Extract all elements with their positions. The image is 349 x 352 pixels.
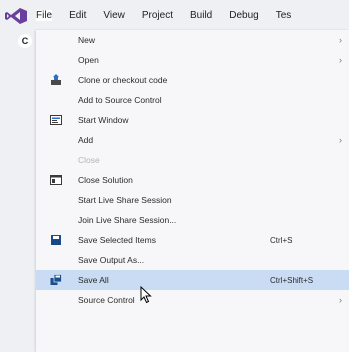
menu-edit[interactable]: Edit (69, 10, 86, 21)
menu-build[interactable]: Build (190, 10, 212, 21)
menu-item-join-live-share[interactable]: Join Live Share Session... (36, 210, 349, 230)
menu-item-save-all[interactable]: Save All Ctrl+Shift+S (36, 270, 349, 290)
close-solution-icon (50, 175, 62, 185)
menu-item-label: Close (78, 155, 100, 165)
menu-item-clone[interactable]: Clone or checkout code (36, 70, 349, 90)
menu-debug[interactable]: Debug (229, 10, 258, 21)
menu-item-close: Close (36, 150, 349, 170)
menu-file[interactable]: File (36, 9, 53, 21)
menu-item-close-solution[interactable]: Close Solution (36, 170, 349, 190)
menu-item-add-to-source-control[interactable]: Add to Source Control (36, 90, 349, 110)
menu-item-save-output-as[interactable]: Save Output As... (36, 250, 349, 270)
menu-item-source-control[interactable]: Source Control › (36, 290, 349, 310)
menu-item-label: Join Live Share Session... (78, 215, 177, 225)
submenu-arrow-icon: › (339, 135, 342, 145)
menu-bar: File Edit View Project Build Debug Tes (0, 0, 349, 30)
clone-icon (51, 74, 61, 85)
file-menu-dropdown: New › Open › Clone or checkout code Add … (36, 30, 349, 352)
menu-item-label: New (78, 35, 96, 45)
menu-item-label: Add to Source Control (78, 95, 162, 105)
start-window-icon (50, 115, 62, 125)
editor-background-strip: C (0, 30, 36, 352)
menu-item-label: Save All (78, 275, 109, 285)
menu-item-new[interactable]: New › (36, 30, 349, 50)
shortcut-text: Ctrl+S (270, 235, 293, 245)
menu-item-add[interactable]: Add › (36, 130, 349, 150)
menu-item-label: Open (78, 55, 99, 65)
menu-item-save-selected-items[interactable]: Save Selected Items Ctrl+S (36, 230, 349, 250)
menu-item-start-window[interactable]: Start Window (36, 110, 349, 130)
menu-project[interactable]: Project (142, 10, 173, 21)
menu-item-start-live-share[interactable]: Start Live Share Session (36, 190, 349, 210)
menu-view[interactable]: View (103, 10, 125, 21)
menu-item-label: Source Control (78, 295, 135, 305)
menu-item-label: Add (78, 135, 94, 145)
visual-studio-logo[interactable] (5, 8, 27, 24)
solution-badge[interactable]: C (18, 34, 32, 48)
menu-test[interactable]: Tes (276, 10, 292, 21)
menu-item-label: Start Live Share Session (78, 195, 172, 205)
submenu-arrow-icon: › (339, 295, 342, 305)
save-all-icon (50, 274, 62, 285)
shortcut-text: Ctrl+Shift+S (270, 275, 314, 285)
menu-item-label: Clone or checkout code (78, 75, 168, 85)
mouse-cursor-icon (140, 286, 152, 304)
menu-item-label: Save Selected Items (78, 235, 156, 245)
menu-item-label: Start Window (78, 115, 129, 125)
menu-item-label: Close Solution (78, 175, 133, 185)
menu-item-label: Save Output As... (78, 255, 145, 265)
submenu-arrow-icon: › (339, 35, 342, 45)
menu-item-open[interactable]: Open › (36, 50, 349, 70)
save-icon (51, 235, 61, 245)
submenu-arrow-icon: › (339, 55, 342, 65)
